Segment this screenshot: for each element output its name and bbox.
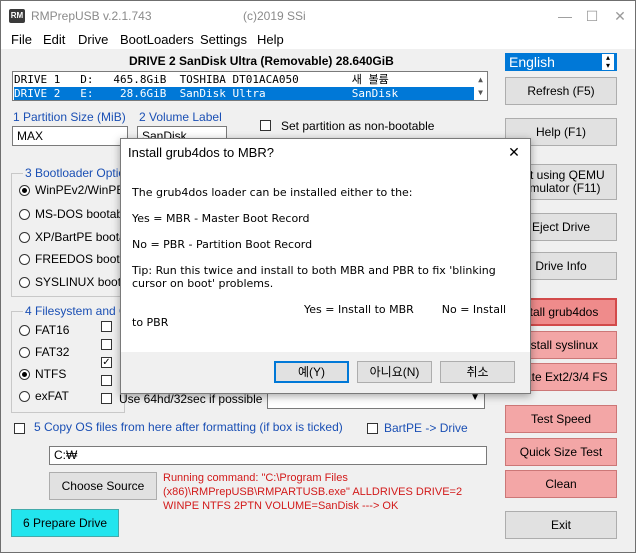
prepare-drive-label: 6 Prepare Drive [22, 515, 108, 530]
help-label: Help (F1) [535, 124, 586, 139]
dialog-text-line: Tip: Run this twice and install to both … [132, 264, 496, 277]
bootloader-radio-syslinux[interactable] [19, 277, 30, 288]
use64-checkbox[interactable] [101, 393, 112, 404]
dialog-title: Install grub4dos to MBR? [128, 145, 274, 160]
bootloader-radio-msdos[interactable] [19, 209, 30, 220]
dialog-text-line: The grub4dos loader can be installed eit… [132, 186, 413, 199]
bootloader-option-label: XP/BartPE bootab [35, 230, 133, 244]
app-icon: RM [9, 9, 25, 23]
exit-label: Exit [550, 517, 571, 532]
menu-help[interactable]: Help [257, 32, 284, 47]
source-path-input[interactable]: C:₩ [49, 446, 487, 465]
bootloader-option-label: WinPEv2/WinPE [35, 183, 125, 197]
menu-file[interactable]: File [11, 32, 32, 47]
dialog-no-button[interactable]: 아니요(N) [357, 361, 432, 383]
install-syslinux-label: nstall syslinux [523, 337, 599, 352]
copyright-text: (c)2019 SSi [243, 9, 306, 23]
refresh-button[interactable]: Refresh (F5) [505, 77, 617, 105]
fs-radio-fat16[interactable] [19, 325, 30, 336]
dialog-yes-label: 예(Y) [297, 364, 326, 379]
fs-radio-exfat[interactable] [19, 391, 30, 402]
dialog-title-bar: Install grub4dos to MBR? ✕ [121, 139, 530, 165]
window-title: RMPrepUSB v.2.1.743 [31, 9, 152, 23]
close-window-button[interactable]: ✕ [609, 5, 631, 27]
menu-edit[interactable]: Edit [43, 32, 65, 47]
dialog-close-button[interactable]: ✕ [504, 142, 524, 162]
fs-option-checkbox[interactable] [101, 321, 112, 332]
choose-source-label: Choose Source [61, 478, 145, 493]
menu-bar: File Edit Drive BootLoaders Settings Hel… [1, 31, 635, 49]
prepare-drive-button[interactable]: 6 Prepare Drive [11, 509, 119, 537]
nonbootable-checkbox[interactable] [260, 120, 271, 131]
chevron-updown-icon: ▴ ▾ [602, 54, 614, 70]
bartpe-label: BartPE -> Drive [384, 421, 468, 435]
dialog-cancel-label: 취소 [466, 364, 489, 379]
maximize-button[interactable]: ☐ [581, 5, 603, 27]
dialog-cancel-button[interactable]: 취소 [440, 361, 515, 383]
dialog-body: The grub4dos loader can be installed eit… [121, 165, 530, 352]
partition-size-input[interactable]: MAX [12, 126, 128, 146]
dialog-text-line: to PBR [132, 316, 169, 329]
main-window: RM RMPrepUSB v.2.1.743 (c)2019 SSi — ☐ ✕… [0, 0, 636, 553]
clean-button[interactable]: Clean [505, 470, 617, 498]
fs-radio-ntfs[interactable] [19, 369, 30, 380]
bootloader-option-label: MS-DOS bootable [35, 207, 133, 221]
drive-info-label: Drive Info [535, 258, 587, 273]
fs-option-label: exFAT [35, 389, 69, 403]
drive-list[interactable]: DRIVE 1 D: 465.8GiB TOSHIBA DT01ACA050 새… [12, 71, 488, 101]
bootloader-option-label: FREEDOS bootab [35, 252, 134, 266]
language-select[interactable]: English ▴ ▾ [505, 53, 617, 71]
test-speed-label: Test Speed [530, 411, 592, 426]
bootloader-radio-winpe[interactable] [19, 185, 30, 196]
copy-os-label: 5 Copy OS files from here after formatti… [34, 420, 343, 434]
fs-option-label: FAT16 [35, 323, 70, 337]
fs-option-checkbox[interactable] [101, 375, 112, 386]
refresh-label: Refresh (F5) [527, 83, 595, 98]
dialog-text-line: No = PBR - Partition Boot Record [132, 238, 313, 251]
dialog-text-line: Yes = MBR - Master Boot Record [132, 212, 310, 225]
fs-radio-fat32[interactable] [19, 347, 30, 358]
choose-source-button[interactable]: Choose Source [49, 472, 157, 500]
menu-bootloaders[interactable]: BootLoaders [120, 32, 194, 47]
fs-option-label: NTFS [35, 367, 67, 381]
use64-label: Use 64hd/32sec if possible [119, 392, 263, 406]
quick-size-test-button[interactable]: Quick Size Test [505, 438, 617, 466]
fs-option-checkbox-checked[interactable]: ✓ [101, 357, 112, 368]
partition-size-label: 1 Partition Size (MiB) [13, 110, 126, 124]
bootloader-radio-xp[interactable] [19, 232, 30, 243]
volume-label-label: 2 Volume Label [139, 110, 222, 124]
copy-os-checkbox[interactable] [14, 423, 25, 434]
bootloader-group-label: 3 Bootloader Option [23, 166, 134, 180]
test-speed-button[interactable]: Test Speed [505, 405, 617, 433]
fs-option-checkbox[interactable] [101, 339, 112, 350]
drive-list-item[interactable]: DRIVE 1 D: 465.8GiB TOSHIBA DT01ACA050 새… [14, 73, 474, 86]
menu-settings[interactable]: Settings [200, 32, 247, 47]
test-qemu-label-2: Emulator (F11) [521, 181, 601, 195]
minimize-button[interactable]: — [554, 5, 576, 27]
dialog-yes-button[interactable]: 예(Y) [274, 361, 349, 383]
install-grub4dos-label: stall grub4dos [523, 304, 599, 319]
quick-size-label: Quick Size Test [519, 444, 603, 459]
drive-header: DRIVE 2 SanDisk Ultra (Removable) 28.640… [129, 54, 394, 68]
nonbootable-label: Set partition as non-bootable [281, 119, 435, 133]
title-bar: RM RMPrepUSB v.2.1.743 (c)2019 SSi — ☐ ✕ [1, 1, 635, 31]
status-text: Running command: "C:\Program Files (x86)… [163, 472, 463, 512]
exit-button[interactable]: Exit [505, 511, 617, 539]
dialog-no-label: 아니요(N) [369, 364, 420, 379]
dialog-text-line: cursor on boot' problems. [132, 277, 274, 290]
clean-label: Clean [545, 476, 577, 491]
grub4dos-dialog: Install grub4dos to MBR? ✕ The grub4dos … [120, 138, 531, 394]
drive-list-item-selected[interactable]: DRIVE 2 E: 28.6GiB SanDisk Ultra SanDisk [14, 87, 474, 100]
menu-drive[interactable]: Drive [78, 32, 108, 47]
fs-option-label: FAT32 [35, 345, 70, 359]
drive-list-scrollbar[interactable]: ▲ ▼ [475, 73, 486, 99]
bartpe-checkbox[interactable] [367, 423, 378, 434]
bootloader-radio-freedos[interactable] [19, 254, 30, 265]
dialog-text-line: Yes = Install to MBR No = Install [304, 303, 507, 316]
language-value: English [509, 54, 555, 70]
eject-label: Eject Drive [531, 219, 590, 234]
